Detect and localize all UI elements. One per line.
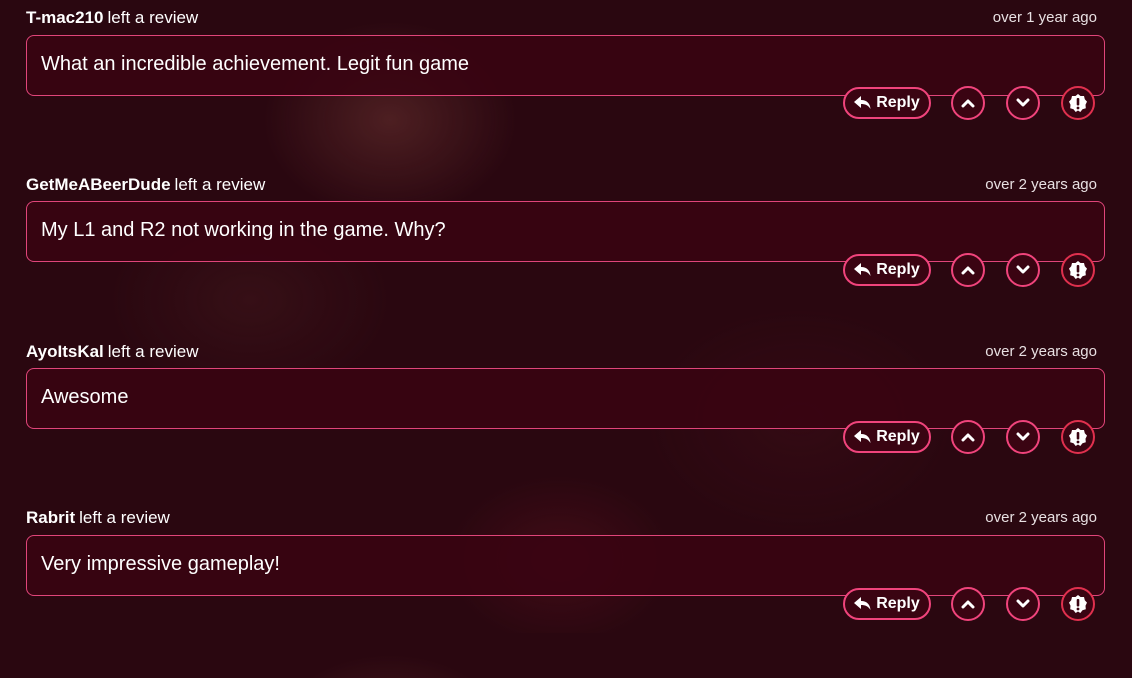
- review-timestamp: over 1 year ago: [992, 9, 1097, 26]
- review-item: GetMeABeerDude left a review over 2 years…: [0, 175, 1132, 345]
- review-author: T-mac210 left a review: [26, 8, 198, 28]
- downvote-button[interactable]: [1006, 253, 1040, 287]
- reply-arrow-icon: [854, 263, 871, 276]
- reply-label: Reply: [876, 94, 920, 111]
- chevron-down-icon: [1016, 98, 1030, 107]
- reply-button[interactable]: Reply: [843, 588, 931, 620]
- reply-arrow-icon: [854, 430, 871, 443]
- review-meta: Rabrit left a review over 2 years ago: [26, 508, 1097, 528]
- review-timestamp: over 2 years ago: [985, 343, 1097, 360]
- chevron-up-icon: [961, 99, 975, 108]
- review-item: AyoItsKal left a review over 2 years ago …: [0, 342, 1132, 512]
- reply-label: Reply: [876, 595, 920, 612]
- exclamation-badge-icon: [1069, 428, 1087, 446]
- report-button[interactable]: [1061, 420, 1095, 454]
- review-bubble: My L1 and R2 not working in the game. Wh…: [26, 201, 1105, 262]
- review-bubble: Very impressive gameplay!: [26, 535, 1105, 596]
- review-bubble: Awesome: [26, 368, 1105, 429]
- review-author: AyoItsKal left a review: [26, 342, 198, 362]
- review-meta: GetMeABeerDude left a review over 2 years…: [26, 175, 1097, 195]
- chevron-down-icon: [1016, 432, 1030, 441]
- reply-button[interactable]: Reply: [843, 87, 931, 119]
- chevron-up-icon: [961, 433, 975, 442]
- review-bubble: What an incredible achievement. Legit fu…: [26, 35, 1105, 96]
- review-action-text: left a review: [107, 8, 199, 27]
- review-timestamp: over 2 years ago: [985, 176, 1097, 193]
- review-text: Awesome: [41, 386, 129, 408]
- reply-button[interactable]: Reply: [843, 421, 931, 453]
- downvote-button[interactable]: [1006, 86, 1040, 120]
- chevron-down-icon: [1016, 265, 1030, 274]
- upvote-button[interactable]: [951, 253, 985, 287]
- exclamation-badge-icon: [1069, 94, 1087, 112]
- review-meta: AyoItsKal left a review over 2 years ago: [26, 342, 1097, 362]
- exclamation-badge-icon: [1069, 595, 1087, 613]
- review-author: GetMeABeerDude left a review: [26, 175, 265, 195]
- downvote-button[interactable]: [1006, 420, 1040, 454]
- downvote-button[interactable]: [1006, 587, 1040, 621]
- report-button[interactable]: [1061, 86, 1095, 120]
- chevron-down-icon: [1016, 599, 1030, 608]
- review-text: What an incredible achievement. Legit fu…: [41, 53, 470, 75]
- username[interactable]: Rabrit: [26, 508, 75, 527]
- reply-label: Reply: [876, 261, 920, 278]
- review-timestamp: over 2 years ago: [985, 509, 1097, 526]
- report-button[interactable]: [1061, 587, 1095, 621]
- review-item: Rabrit left a review over 2 years ago Ver…: [0, 508, 1132, 678]
- review-text: Very impressive gameplay!: [41, 553, 280, 575]
- review-action-text: left a review: [174, 175, 266, 194]
- review-meta: T-mac210 left a review over 1 year ago: [26, 8, 1097, 28]
- reply-label: Reply: [876, 428, 920, 445]
- review-action-text: left a review: [107, 342, 199, 361]
- username[interactable]: AyoItsKal: [26, 342, 104, 361]
- reply-button[interactable]: Reply: [843, 254, 931, 286]
- review-item: T-mac210 left a review over 1 year ago Wh…: [0, 8, 1132, 178]
- report-button[interactable]: [1061, 253, 1095, 287]
- chevron-up-icon: [961, 266, 975, 275]
- review-author: Rabrit left a review: [26, 508, 170, 528]
- exclamation-badge-icon: [1069, 261, 1087, 279]
- username[interactable]: GetMeABeerDude: [26, 175, 171, 194]
- upvote-button[interactable]: [951, 420, 985, 454]
- chevron-up-icon: [961, 600, 975, 609]
- reply-arrow-icon: [854, 597, 871, 610]
- review-action-text: left a review: [79, 508, 170, 527]
- username[interactable]: T-mac210: [26, 8, 104, 27]
- reply-arrow-icon: [854, 96, 871, 109]
- upvote-button[interactable]: [951, 86, 985, 120]
- review-text: My L1 and R2 not working in the game. Wh…: [41, 219, 446, 241]
- upvote-button[interactable]: [951, 587, 985, 621]
